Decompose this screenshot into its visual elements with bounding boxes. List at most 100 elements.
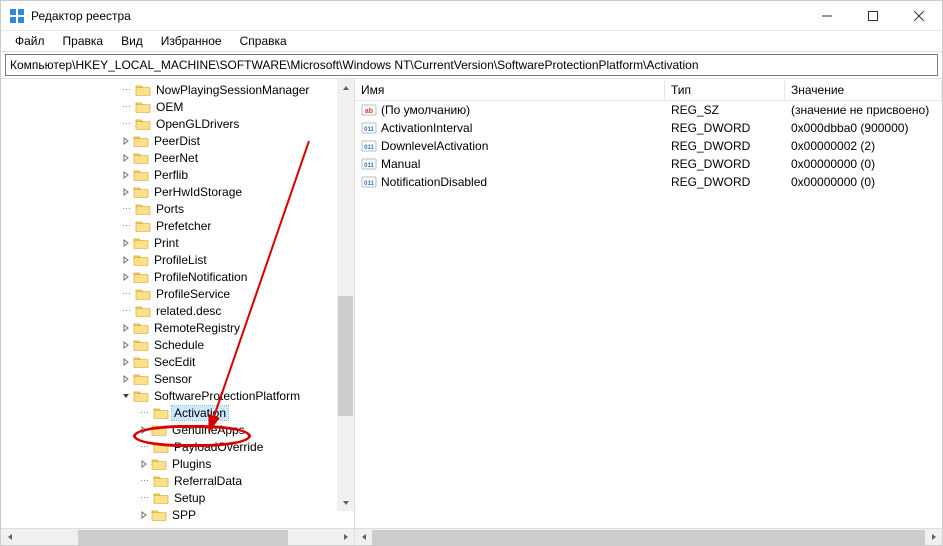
chevron-right-icon[interactable] [119,188,133,196]
tree-node[interactable]: Schedule [119,336,354,353]
menu-help[interactable]: Справка [232,32,295,50]
chevron-right-icon[interactable] [119,341,133,349]
tree-vertical-scrollbar[interactable] [337,79,354,511]
value-row[interactable]: 011DownlevelActivationREG_DWORD0x0000000… [355,137,942,155]
value-list[interactable]: ab(По умолчанию)REG_SZ(значение не присв… [355,101,942,528]
tree-node[interactable]: ⋯Ports [119,200,354,217]
folder-icon [135,219,151,233]
tree-node[interactable]: PeerDist [119,132,354,149]
maximize-button[interactable] [850,1,896,31]
tree-node[interactable]: RemoteRegistry [119,319,354,336]
tree-node[interactable]: ⋯OpenGLDrivers [119,115,354,132]
address-bar[interactable]: Компьютер\HKEY_LOCAL_MACHINE\SOFTWARE\Mi… [5,54,938,76]
folder-icon [133,253,149,267]
scroll-thumb[interactable] [78,530,288,545]
chevron-right-icon[interactable] [119,273,133,281]
menu-favorites[interactable]: Избранное [153,32,230,50]
tree-leaf-connector: ⋯ [119,84,133,95]
folder-icon [133,355,149,369]
registry-tree[interactable]: ⋯ NowPlayingSessionManager⋯OEM⋯OpenGLDriv… [1,79,354,523]
folder-icon [133,372,149,386]
value-name: Manual [381,157,420,171]
menu-edit[interactable]: Правка [55,32,112,50]
menu-file[interactable]: Файл [7,32,53,50]
tree-node[interactable]: ⋯ReferralData [119,472,354,489]
value-row[interactable]: ab(По умолчанию)REG_SZ(значение не присв… [355,101,942,119]
reg-binary-icon: 011 [361,174,377,190]
chevron-right-icon[interactable] [119,154,133,162]
chevron-right-icon[interactable] [119,256,133,264]
tree-node[interactable]: Print [119,234,354,251]
chevron-down-icon[interactable] [119,392,133,400]
tree-node-label: NowPlayingSessionManager [154,83,311,97]
chevron-right-icon[interactable] [137,426,151,434]
tree-node[interactable]: PeerNet [119,149,354,166]
tree-node[interactable]: Sensor [119,370,354,387]
tree-node[interactable]: ⋯PayloadOverride [119,438,354,455]
chevron-right-icon[interactable] [137,511,151,519]
scroll-left-icon[interactable] [1,529,18,546]
folder-icon [151,508,167,522]
scroll-thumb[interactable] [338,296,353,416]
scroll-right-icon[interactable] [925,529,942,546]
menu-view[interactable]: Вид [113,32,151,50]
tree-node[interactable]: ⋯OEM [119,98,354,115]
tree-leaf-connector: ⋯ [119,203,133,214]
chevron-right-icon[interactable] [119,375,133,383]
value-row[interactable]: 011NotificationDisabledREG_DWORD0x000000… [355,173,942,191]
tree-node[interactable]: ProfileList [119,251,354,268]
value-name: ActivationInterval [381,121,472,135]
tree-node-label: ProfileList [152,253,209,267]
tree-node[interactable]: ⋯ NowPlayingSessionManager [119,81,354,98]
chevron-right-icon[interactable] [119,171,133,179]
scroll-right-icon[interactable] [337,529,354,546]
folder-icon [133,321,149,335]
scroll-left-icon[interactable] [355,529,372,546]
chevron-right-icon[interactable] [119,239,133,247]
svg-text:011: 011 [364,163,374,169]
tree-node[interactable]: ⋯Activation [119,404,354,421]
scroll-up-icon[interactable] [337,79,354,96]
folder-icon [135,202,151,216]
folder-icon [133,270,149,284]
tree-node[interactable]: Plugins [119,455,354,472]
tree-node[interactable]: ⋯related.desc [119,302,354,319]
scroll-down-icon[interactable] [337,494,354,511]
tree-node[interactable]: Perflib [119,166,354,183]
tree-node[interactable]: GenuineApps [119,421,354,438]
minimize-button[interactable] [804,1,850,31]
folder-icon [153,491,169,505]
tree-node[interactable]: ⋯Setup [119,489,354,506]
tree-node-label: PeerDist [152,134,202,148]
tree-node-label: ProfileService [154,287,232,301]
tree-node[interactable]: SPP [119,506,354,523]
folder-icon [133,389,149,403]
tree-node[interactable]: SoftwareProtectionPlatform [119,387,354,404]
value-row[interactable]: 011ActivationIntervalREG_DWORD0x000dbba0… [355,119,942,137]
tree-leaf-connector: ⋯ [119,101,133,112]
chevron-right-icon[interactable] [119,137,133,145]
column-value[interactable]: Значение [785,80,942,100]
tree-node[interactable]: ⋯ProfileService [119,285,354,302]
folder-icon [133,185,149,199]
folder-icon [133,134,149,148]
tree-node-label: SPP [170,508,198,522]
column-name[interactable]: Имя [355,80,665,100]
tree-node[interactable]: ProfileNotification [119,268,354,285]
address-text: Компьютер\HKEY_LOCAL_MACHINE\SOFTWARE\Mi… [10,58,699,72]
folder-icon [151,457,167,471]
tree-node[interactable]: SecEdit [119,353,354,370]
chevron-right-icon[interactable] [137,460,151,468]
chevron-right-icon[interactable] [119,324,133,332]
value-row[interactable]: 011ManualREG_DWORD0x00000000 (0) [355,155,942,173]
folder-icon [135,100,151,114]
close-button[interactable] [896,1,942,31]
tree-node-label: Activation [172,406,228,420]
tree-horizontal-scrollbar[interactable] [1,528,354,545]
scroll-thumb[interactable] [372,530,925,545]
chevron-right-icon[interactable] [119,358,133,366]
value-horizontal-scrollbar[interactable] [355,528,942,545]
tree-node[interactable]: PerHwIdStorage [119,183,354,200]
tree-node[interactable]: ⋯Prefetcher [119,217,354,234]
column-type[interactable]: Тип [665,80,785,100]
